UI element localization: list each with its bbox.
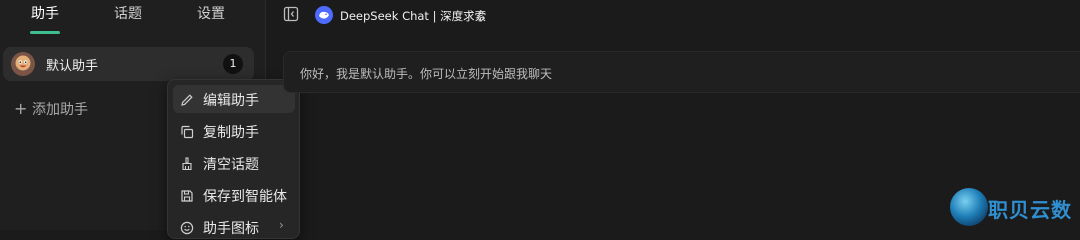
add-assistant-button[interactable]: + 添加助手	[14, 99, 88, 119]
assistant-item-default[interactable]: 默认助手 1	[3, 47, 254, 81]
copy-icon	[180, 124, 194, 139]
assistant-context-menu: 编辑助手 复制助手 清空话题 保存到智能体 助手图标 ›	[167, 79, 300, 239]
watermark-text: 职贝云数	[988, 198, 1072, 222]
add-assistant-label: 添加助手	[32, 102, 88, 118]
tab-assistants[interactable]: 助手	[31, 3, 59, 23]
menu-item-label: 复制助手	[203, 125, 259, 141]
chat-header: DeepSeek Chat | 深度求索	[266, 0, 1080, 34]
menu-item-save-to-agent[interactable]: 保存到智能体	[173, 181, 295, 209]
assistant-name: 默认助手	[46, 59, 99, 74]
menu-item-label: 保存到智能体	[203, 189, 287, 205]
tab-settings[interactable]: 设置	[197, 3, 225, 23]
broom-icon	[180, 156, 194, 171]
menu-item-label: 助手图标	[203, 221, 259, 237]
menu-item-label: 编辑助手	[203, 93, 259, 109]
tab-topics[interactable]: 话题	[114, 3, 142, 23]
welcome-message-card: 你好，我是默认助手。你可以立刻开始跟我聊天	[283, 51, 1080, 93]
save-icon	[180, 188, 194, 202]
menu-item-edit-assistant[interactable]: 编辑助手	[173, 85, 295, 113]
watermark-logo: 职贝云数	[950, 188, 1080, 228]
menu-item-assistant-icon[interactable]: 助手图标 ›	[173, 213, 295, 240]
active-tab-indicator	[30, 31, 60, 34]
menu-item-label: 清空话题	[203, 157, 259, 173]
deepseek-logo-icon	[315, 6, 333, 24]
globe-icon	[950, 188, 988, 226]
app-window: 助手 话题 设置 默认助手 1 + 添加助手 编辑助手 复制助手 清空话题 保存…	[0, 0, 1080, 239]
chevron-updown-icon[interactable]	[476, 8, 486, 22]
avatar	[11, 52, 35, 76]
topic-count-badge: 1	[223, 54, 243, 74]
menu-item-clear-topics[interactable]: 清空话题	[173, 149, 295, 177]
pencil-icon	[180, 92, 194, 106]
model-selector[interactable]: DeepSeek Chat | 深度求索	[340, 8, 486, 24]
plus-icon: +	[14, 99, 28, 118]
sidebar-toggle-icon[interactable]	[283, 6, 299, 22]
smile-icon	[180, 220, 194, 235]
welcome-message-text: 你好，我是默认助手。你可以立刻开始跟我聊天	[300, 67, 553, 81]
sidebar-tabs: 助手 话题 设置	[0, 0, 266, 34]
chevron-right-icon: ›	[279, 218, 284, 232]
menu-item-copy-assistant[interactable]: 复制助手	[173, 117, 295, 145]
